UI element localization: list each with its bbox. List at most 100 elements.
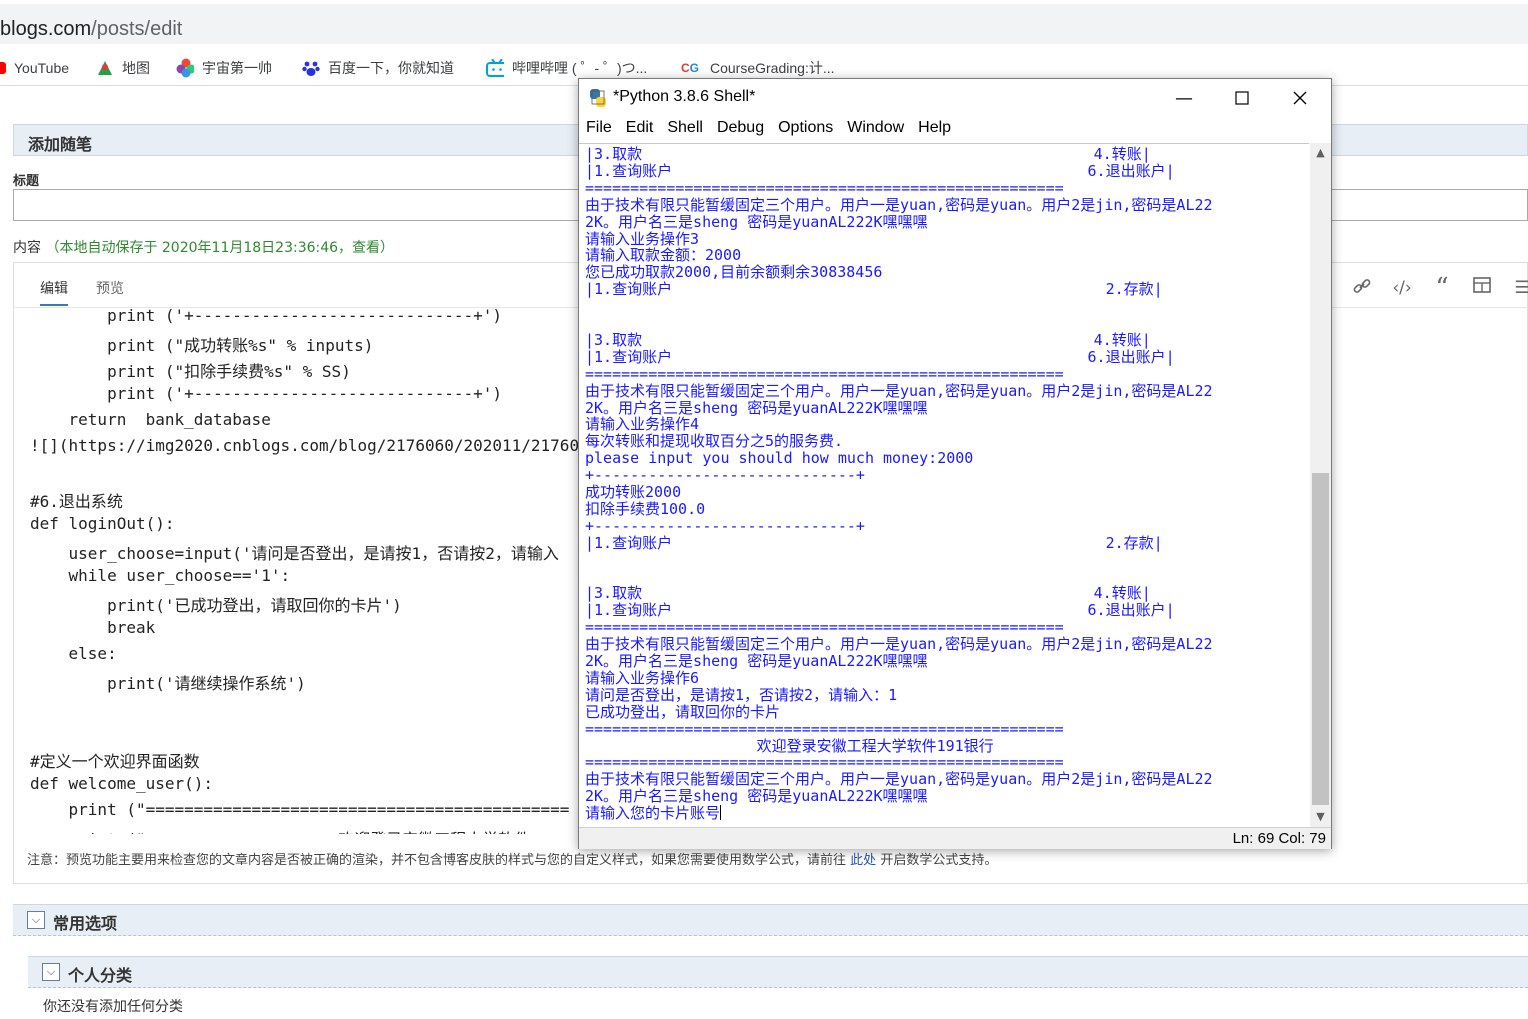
close-button[interactable] <box>1271 79 1329 117</box>
shell-line: please input you should how much money:2… <box>585 449 974 468</box>
map-icon <box>96 59 114 77</box>
shell-line: ========================================… <box>585 719 1064 738</box>
title-label: 标题 <box>13 174 40 189</box>
bookmark-label: 宇宙第一帅 <box>202 60 272 76</box>
code-line: ![](https://img2020.cnblogs.com/blog/217… <box>30 436 580 455</box>
address-bar[interactable]: blogs.com/posts/edit <box>0 4 1528 44</box>
tab-edit[interactable]: 编辑 <box>40 278 68 306</box>
scroll-up-icon[interactable]: ▲ <box>1310 143 1331 163</box>
no-category-text: 你还没有添加任何分类 <box>43 999 183 1015</box>
chevron-down-icon[interactable]: ⌵ <box>42 963 60 981</box>
bookmark-label: 百度一下，你就知道 <box>328 60 454 76</box>
menu-edit[interactable]: Edit <box>619 117 661 143</box>
shell-line: |3.取款 4.转账| <box>585 145 1151 163</box>
menu-shell[interactable]: Shell <box>660 117 710 143</box>
code-line: def welcome_user(): <box>30 774 214 793</box>
bookmark-map[interactable]: 地图 <box>96 56 150 80</box>
shell-line: 您已成功取款2000,目前余额剩余30838456 <box>585 263 883 282</box>
shell-line: |1.查询账户 2.存款| <box>585 533 1163 552</box>
shell-line: 扣除手续费100.0 <box>585 499 706 518</box>
section-common-options[interactable]: ⌵ 常用选项 <box>13 904 1528 936</box>
shell-output-area[interactable]: |3.取款 4.转账| |1.查询账户 6.退出账户| ==============… <box>579 143 1309 827</box>
quote-icon[interactable]: “ <box>1430 275 1454 301</box>
menu-options[interactable]: Options <box>771 117 840 143</box>
shell-line: 每次转账和提现收取百分之5的服务费. <box>585 432 844 451</box>
menu-help[interactable]: Help <box>911 117 958 143</box>
table-icon[interactable] <box>1470 276 1494 300</box>
section-personal-category[interactable]: ⌵ 个人分类 <box>28 956 1528 988</box>
window-title: *Python 3.8.6 Shell* <box>613 88 756 105</box>
shell-line: |1.查询账户 6.退出账户| <box>585 347 1175 366</box>
window-titlebar[interactable]: *Python 3.8.6 Shell* — <box>579 79 1331 117</box>
menu-window[interactable]: Window <box>840 117 911 143</box>
bookmark-baidu[interactable]: 百度一下，你就知道 <box>302 56 454 80</box>
chevron-down-icon[interactable]: ⌵ <box>27 911 45 929</box>
minimize-button[interactable]: — <box>1155 79 1213 117</box>
bookmark-coursegrading[interactable]: CG CourseGrading:计... <box>678 56 835 80</box>
shell-line: 2K。用户名三是sheng 密码是yuanAL222K嘿嘿嘿 <box>585 398 928 417</box>
shell-line: |1.查询账户 6.退出账户| <box>585 601 1175 620</box>
cg-icon: CG <box>680 61 699 75</box>
content-label: 内容 （本地自动保存于 2020年11月18日23:36:46，查看） <box>13 237 394 257</box>
code-line: #6.退出系统 <box>30 492 123 511</box>
status-bar: Ln: 69 Col: 79 <box>579 827 1331 849</box>
autosave-view-link[interactable]: 查看 <box>352 240 380 256</box>
panel-title: 添加随笔 <box>28 135 93 154</box>
section-common-title: 常用选项 <box>53 914 118 933</box>
editor-code-area[interactable]: print ('+-----------------------------+'… <box>30 306 590 834</box>
shell-line: 由于技术有限只能暂缓固定三个用户。用户一是yuan,密码是yuan。用户2是ji… <box>585 635 1213 654</box>
python-icon <box>588 88 608 108</box>
code-line: while user_choose=='1': <box>30 566 291 585</box>
shell-line: |1.查询账户 2.存款| <box>585 280 1163 299</box>
bookmark-label: YouTube <box>14 60 70 76</box>
shell-line: |3.取款 4.转账| <box>585 330 1151 349</box>
editor-toolbar: ‹/› “ ☰ <box>1350 275 1528 301</box>
shell-line: 2K。用户名三是sheng 密码是yuanAL222K嘿嘿嘿 <box>585 212 928 231</box>
shell-line: ========================================… <box>585 178 1064 197</box>
scrollbar-thumb[interactable] <box>1312 473 1329 805</box>
code-line: def loginOut(): <box>30 514 175 533</box>
cursor-position: Ln: 69 Col: 79 <box>1232 830 1326 847</box>
math-settings-link[interactable]: 此处 <box>850 853 876 868</box>
shell-line: 请输入业务操作4 <box>585 415 700 434</box>
shell-line: 2K。用户名三是sheng 密码是yuanAL222K嘿嘿嘿 <box>585 787 928 806</box>
url-text[interactable]: blogs.com/posts/edit <box>0 18 182 41</box>
shell-line: 请问是否登出，是请按1，否请按2，请输入：1 <box>585 685 898 704</box>
shell-line: 由于技术有限只能暂缓固定三个用户。用户一是yuan,密码是yuan。用户2是ji… <box>585 770 1213 789</box>
shell-line: 成功转账2000 <box>585 483 682 501</box>
preview-notice: 注意：预览功能主要用来检查您的文章内容是否被正确的渲染，并不包含博客皮肤的样式与… <box>27 853 998 868</box>
shell-line: +-----------------------------+ <box>585 516 865 535</box>
code-line: print ('+-----------------------------+'… <box>30 306 503 325</box>
tab-preview[interactable]: 预览 <box>96 278 124 298</box>
bookmark-label: 哔哩哔哩 ( ゜- ゜)つ... <box>512 60 648 76</box>
bookmark-bilibili[interactable]: 哔哩哔哩 ( ゜- ゜)つ... <box>486 56 647 80</box>
bookmark-flower[interactable]: 宇宙第一帅 <box>176 56 272 80</box>
list-icon[interactable]: ☰ <box>1510 276 1528 300</box>
code-line: print ("扣除手续费%s" % SS) <box>30 362 351 381</box>
link-icon[interactable] <box>1350 276 1374 300</box>
code-line: return bank_database <box>30 410 271 429</box>
shell-line: ========================================… <box>585 364 1064 383</box>
maximize-button[interactable] <box>1213 79 1271 117</box>
scroll-down-icon[interactable]: ▼ <box>1310 807 1331 827</box>
menu-file[interactable]: File <box>579 117 619 143</box>
vertical-scrollbar[interactable]: ▲ ▼ <box>1310 143 1331 827</box>
menu-debug[interactable]: Debug <box>710 117 771 143</box>
code-line: print ('+-----------------------------+'… <box>30 384 503 403</box>
shell-line: ========================================… <box>585 753 1064 772</box>
code-line: print ("================================… <box>30 800 570 819</box>
shell-line: 2K。用户名三是sheng 密码是yuanAL222K嘿嘿嘿 <box>585 652 928 670</box>
bilibili-tv-icon <box>486 59 504 77</box>
shell-line: |1.查询账户 6.退出账户| <box>585 161 1175 180</box>
code-line: user_choose=input('请问是否登出，是请按1，否请按2，请输入 <box>30 544 559 563</box>
flower-icon <box>176 58 194 78</box>
shell-line: 已成功登出，请取回你的卡片 <box>585 702 781 721</box>
shell-line: 请输入业务操作3 <box>585 229 700 248</box>
code-icon[interactable]: ‹/› <box>1390 276 1414 300</box>
youtube-icon <box>0 59 6 77</box>
shell-line: 由于技术有限只能暂缓固定三个用户。用户一是yuan,密码是yuan。用户2是ji… <box>585 381 1213 400</box>
python-shell-window[interactable]: *Python 3.8.6 Shell* — File Edit Shell D… <box>578 78 1332 849</box>
bookmark-youtube[interactable]: YouTube <box>0 56 69 80</box>
text-cursor <box>720 805 722 821</box>
section-category-title: 个人分类 <box>68 966 133 985</box>
